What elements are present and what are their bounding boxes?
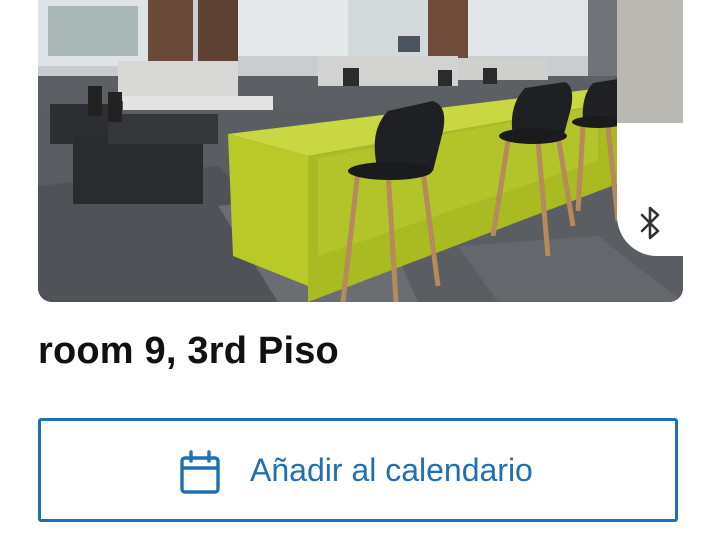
room-photo — [38, 0, 683, 302]
bluetooth-icon[interactable] — [636, 205, 666, 241]
office-photo — [38, 0, 683, 302]
side-panel-image — [617, 0, 683, 123]
calendar-icon — [179, 450, 221, 496]
add-to-calendar-label: Añadir al calendario — [250, 452, 533, 488]
add-to-calendar-button[interactable]: Añadir al calendario — [38, 418, 678, 522]
room-title: room 9, 3rd Piso — [38, 330, 339, 372]
